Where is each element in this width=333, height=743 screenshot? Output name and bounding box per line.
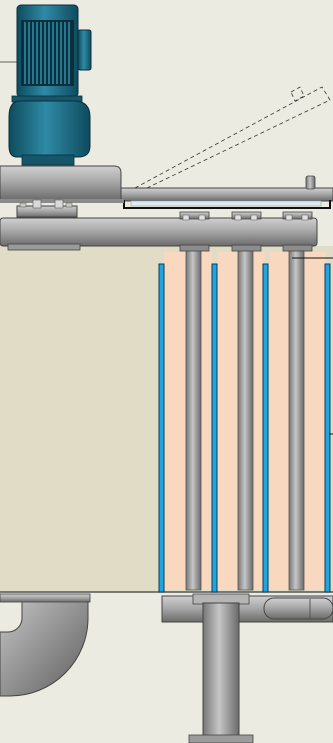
hinged-lid-icon	[134, 86, 331, 189]
top-plate	[119, 187, 333, 202]
blue-rod	[158, 263, 165, 593]
support-foot	[188, 734, 254, 743]
beam-clamp	[7, 243, 81, 251]
lid-glass	[130, 200, 322, 207]
heater-element	[185, 247, 202, 591]
horizontal-beam	[0, 217, 318, 247]
side-pipe	[263, 597, 333, 620]
support-leg	[202, 602, 240, 740]
gearbox-housing	[0, 165, 122, 201]
lid-nozzle	[305, 175, 316, 190]
heater-element	[288, 247, 305, 591]
blue-rod	[324, 263, 331, 593]
outlet-elbow-pipe	[0, 593, 91, 697]
terminal-box	[77, 29, 92, 71]
heater-element	[237, 247, 254, 591]
bottom-fittings	[161, 593, 333, 743]
mixing-tank-diagram	[0, 4, 333, 743]
blue-rod	[262, 263, 269, 593]
blue-rod	[211, 263, 218, 593]
motor-icon	[0, 4, 92, 98]
gearbox-icon	[8, 95, 91, 166]
